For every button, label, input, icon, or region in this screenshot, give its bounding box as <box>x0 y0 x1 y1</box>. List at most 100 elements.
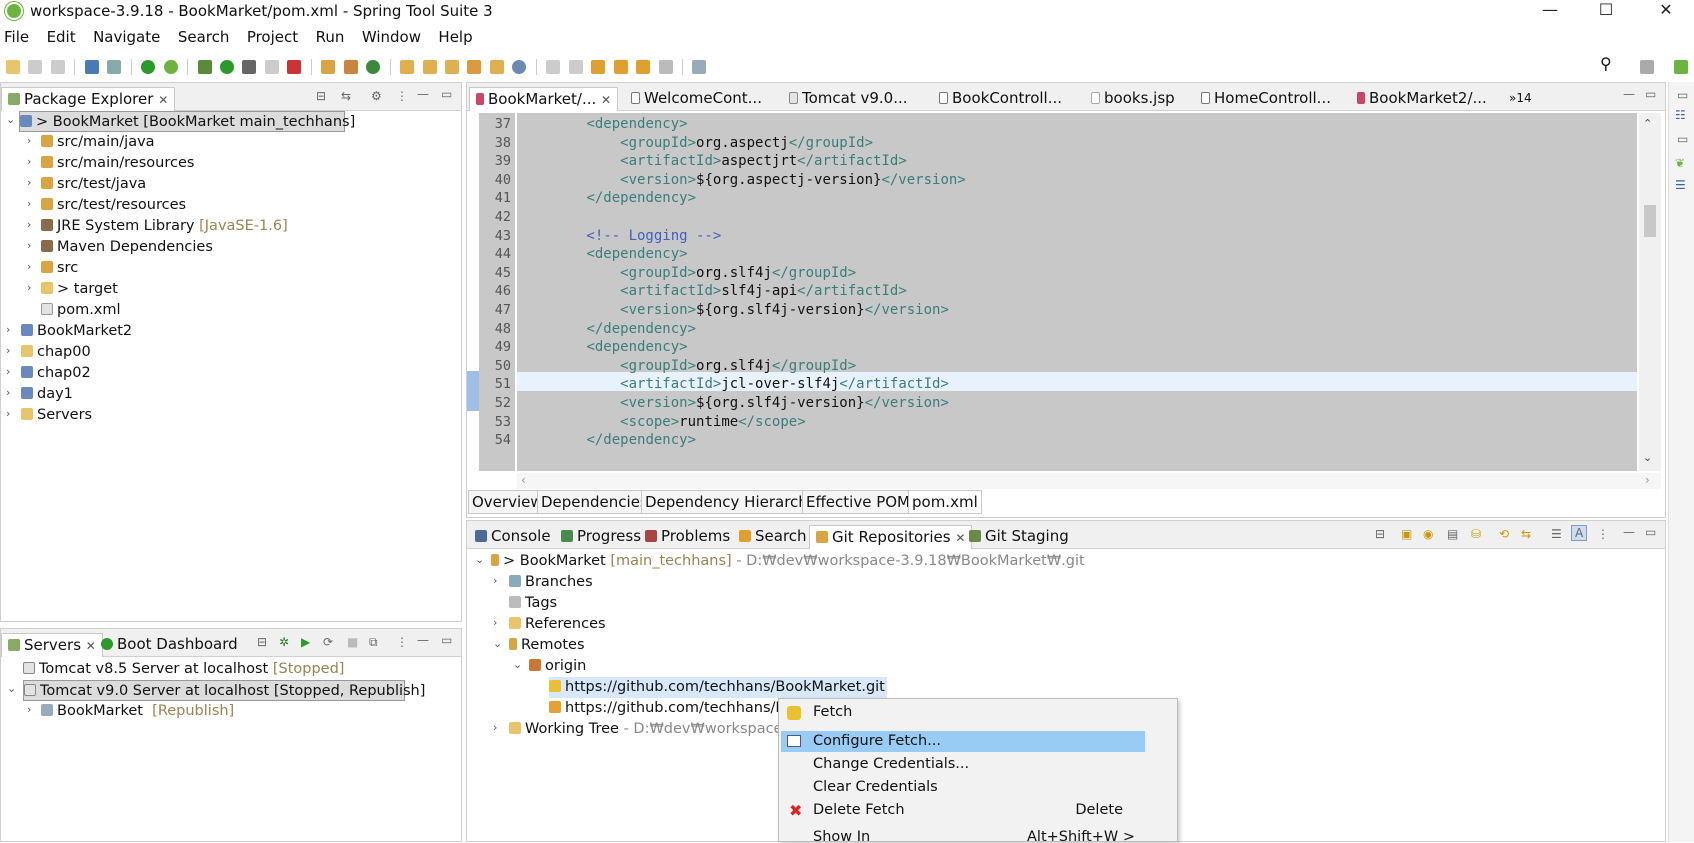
repo-item[interactable]: > BookMarket [main_techhans] - D:₩dev₩wo… <box>491 551 1085 572</box>
spring-icon[interactable] <box>163 60 178 74</box>
save-icon[interactable] <box>28 60 43 74</box>
view-menu-icon[interactable]: ⋮ <box>1597 527 1609 541</box>
menu-item-fetch[interactable]: Fetch <box>781 702 1145 723</box>
tree-item-bookmarket[interactable]: > BookMarket [BookMarket main_techhans] <box>19 111 355 132</box>
tree-item[interactable]: > target <box>41 279 118 300</box>
menu-window[interactable]: Window <box>362 28 421 46</box>
menu-item-change-credentials[interactable]: Change Credentials... <box>781 754 1145 775</box>
spring-icon[interactable]: ❦ <box>1675 156 1685 170</box>
folder-icon[interactable] <box>489 60 504 74</box>
add-repo-icon[interactable]: ▣ <box>1401 527 1412 541</box>
pen-icon[interactable] <box>467 60 482 74</box>
menu-search[interactable]: Search <box>178 28 230 46</box>
search-file-icon[interactable] <box>444 60 459 74</box>
run-icon[interactable] <box>219 60 234 74</box>
minimize-view-icon[interactable]: — <box>417 633 429 647</box>
tree-node-remotes[interactable]: Remotes <box>509 635 585 656</box>
profile-server-icon[interactable]: ⟳ <box>323 635 333 649</box>
tree-node-working-tree[interactable]: Working Tree - D:₩dev₩workspace- <box>509 719 788 740</box>
tree-node-origin[interactable]: origin <box>529 656 586 677</box>
view-menu-icon[interactable]: ⋮ <box>396 635 408 649</box>
code-editor[interactable]: <dependency> <groupId>org.aspectj</group… <box>517 113 1637 471</box>
collapse-icon[interactable]: ⊟ <box>257 635 267 649</box>
new-icon[interactable] <box>6 60 20 74</box>
editor-tab[interactable]: BookControll... <box>933 87 1068 111</box>
pom-tab-pom-xml[interactable]: pom.xml <box>908 490 982 514</box>
menu-item-delete-fetch[interactable]: ✖ Delete Fetch Delete <box>781 800 1145 821</box>
spring-perspective-icon[interactable] <box>1674 60 1688 74</box>
tab-progress[interactable]: Progress <box>555 525 647 549</box>
stop-server-icon[interactable]: ■ <box>347 635 358 649</box>
tree-item[interactable]: chap00 <box>21 342 91 363</box>
hierarchy-icon[interactable]: ☰ <box>1551 527 1562 541</box>
tab-overflow[interactable]: »14 <box>1503 87 1538 111</box>
editor-tab-pom[interactable]: BookMarket/... ✕ <box>469 87 619 111</box>
collapse-all-icon[interactable]: ⊟ <box>1375 527 1385 541</box>
minimize-view-icon[interactable]: — <box>1623 87 1635 101</box>
menu-navigate[interactable]: Navigate <box>93 28 160 46</box>
link-editor-icon[interactable]: ⇆ <box>341 89 351 103</box>
collapse-all-icon[interactable]: ⊟ <box>316 89 326 103</box>
menu-help[interactable]: Help <box>438 28 472 46</box>
restore-icon[interactable]: ▭ <box>1677 132 1688 146</box>
tree-item[interactable]: day1 <box>21 384 73 405</box>
ant-icon[interactable] <box>287 60 302 74</box>
tab-console[interactable]: Console <box>469 525 557 549</box>
search-icon[interactable]: ⚲ <box>1600 54 1612 73</box>
close-icon[interactable]: ✕ <box>601 93 611 107</box>
link-icon[interactable]: ⇆ <box>1521 527 1531 541</box>
pom-tab-dependencies[interactable]: Dependencies <box>537 490 652 514</box>
editor-tab[interactable]: WelcomeCont... <box>625 87 768 111</box>
pom-tab-dependency-hierarchy[interactable]: Dependency Hierarchy <box>641 490 821 514</box>
view-menu-icon[interactable]: ⋮ <box>396 89 408 103</box>
tree-item[interactable]: src/main/resources <box>41 153 194 174</box>
new-java-project-icon[interactable] <box>321 60 336 74</box>
last-edit-icon[interactable] <box>591 60 606 74</box>
pom-tab-overview[interactable]: Overview <box>468 490 547 514</box>
start-server-icon[interactable]: ▶ <box>301 635 310 649</box>
tree-item[interactable]: src/main/java <box>41 132 155 153</box>
tree-item[interactable]: src/test/resources <box>41 195 186 216</box>
toggle-view-icon[interactable]: A <box>1571 525 1588 541</box>
close-button[interactable]: ✕ <box>1646 0 1686 24</box>
fetch-url-item[interactable]: https://github.com/techhans/BookMarket.g… <box>549 677 887 698</box>
editor-tab[interactable]: HomeControll... <box>1195 87 1337 111</box>
tree-item[interactable]: src/test/java <box>41 174 146 195</box>
tree-item[interactable]: pom.xml <box>41 300 121 321</box>
maximize-view-icon[interactable]: ▭ <box>1645 87 1656 101</box>
publish-icon[interactable]: ⧉ <box>369 635 378 650</box>
next-annotation-icon[interactable] <box>546 60 561 74</box>
menu-file[interactable]: File <box>4 28 29 46</box>
pin-editor-icon[interactable] <box>692 60 707 74</box>
forward-icon[interactable] <box>658 60 673 74</box>
tab-search[interactable]: Search <box>733 525 813 549</box>
tab-git-staging[interactable]: Git Staging <box>963 525 1075 549</box>
debug-server-icon[interactable]: ✲ <box>279 635 289 649</box>
terminal-icon[interactable] <box>84 60 99 74</box>
server-item[interactable]: Tomcat v9.0 Server at localhost [Stopped… <box>23 680 425 701</box>
minimize-view-icon[interactable]: — <box>417 87 429 101</box>
restore-icon[interactable]: ▭ <box>1677 88 1688 102</box>
tab-package-explorer[interactable]: Package Explorer ✕ <box>1 87 176 111</box>
tree-item[interactable]: JRE System Library [JavaSE-1.6] <box>41 216 288 237</box>
outline-icon[interactable]: ☷ <box>1675 108 1686 122</box>
run-external-icon[interactable] <box>242 60 257 74</box>
debug-icon[interactable] <box>197 60 212 74</box>
minimize-view-icon[interactable]: — <box>1623 525 1635 539</box>
push-url-item[interactable]: https://github.com/techhans/B <box>549 698 785 719</box>
menu-item-show-in[interactable]: Show In Alt+Shift+W > <box>781 827 1145 843</box>
create-repo-icon[interactable]: ▤ <box>1447 527 1458 541</box>
maximize-view-icon[interactable]: ▭ <box>441 87 452 101</box>
menu-item-configure-fetch[interactable]: Configure Fetch... <box>781 731 1145 752</box>
tab-problems[interactable]: Problems <box>639 525 736 549</box>
server-module-item[interactable]: BookMarket [Republish] <box>41 701 234 722</box>
tab-servers[interactable]: Servers ✕ <box>1 633 103 657</box>
pom-tab-effective-pom[interactable]: Effective POM <box>802 490 915 514</box>
skip-breakpoints-icon[interactable] <box>107 60 122 74</box>
scrollbar-thumb[interactable] <box>1644 205 1656 237</box>
maximize-view-icon[interactable]: ▭ <box>441 633 452 647</box>
tree-item[interactable]: src <box>41 258 78 279</box>
tree-item[interactable]: BookMarket2 <box>21 321 132 342</box>
close-icon[interactable]: ✕ <box>158 93 168 107</box>
open-perspective-icon[interactable] <box>1640 60 1654 74</box>
